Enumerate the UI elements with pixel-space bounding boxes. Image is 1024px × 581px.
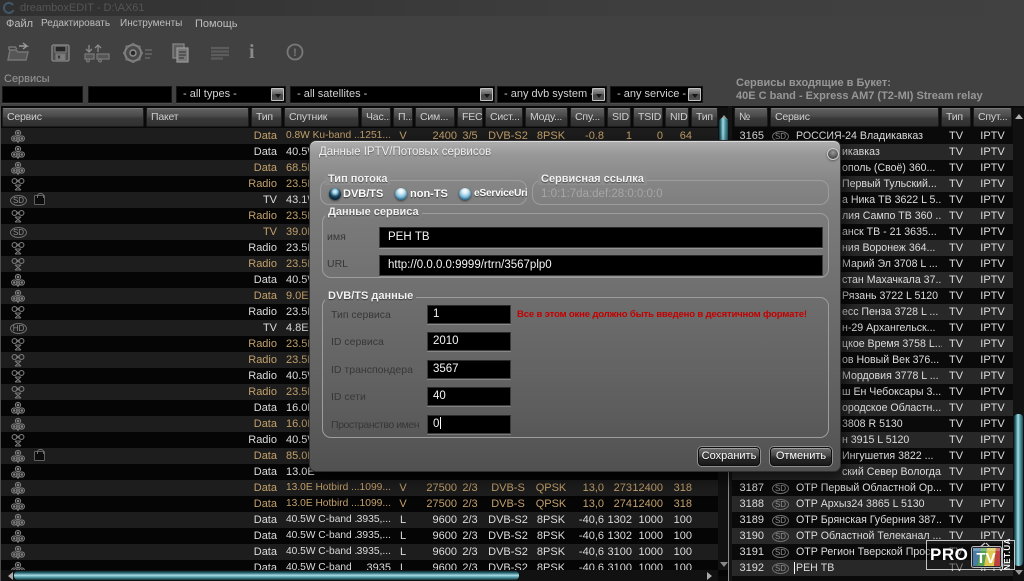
svg-text:TV: TV [976, 550, 995, 567]
svg-text:!: ! [293, 47, 297, 59]
